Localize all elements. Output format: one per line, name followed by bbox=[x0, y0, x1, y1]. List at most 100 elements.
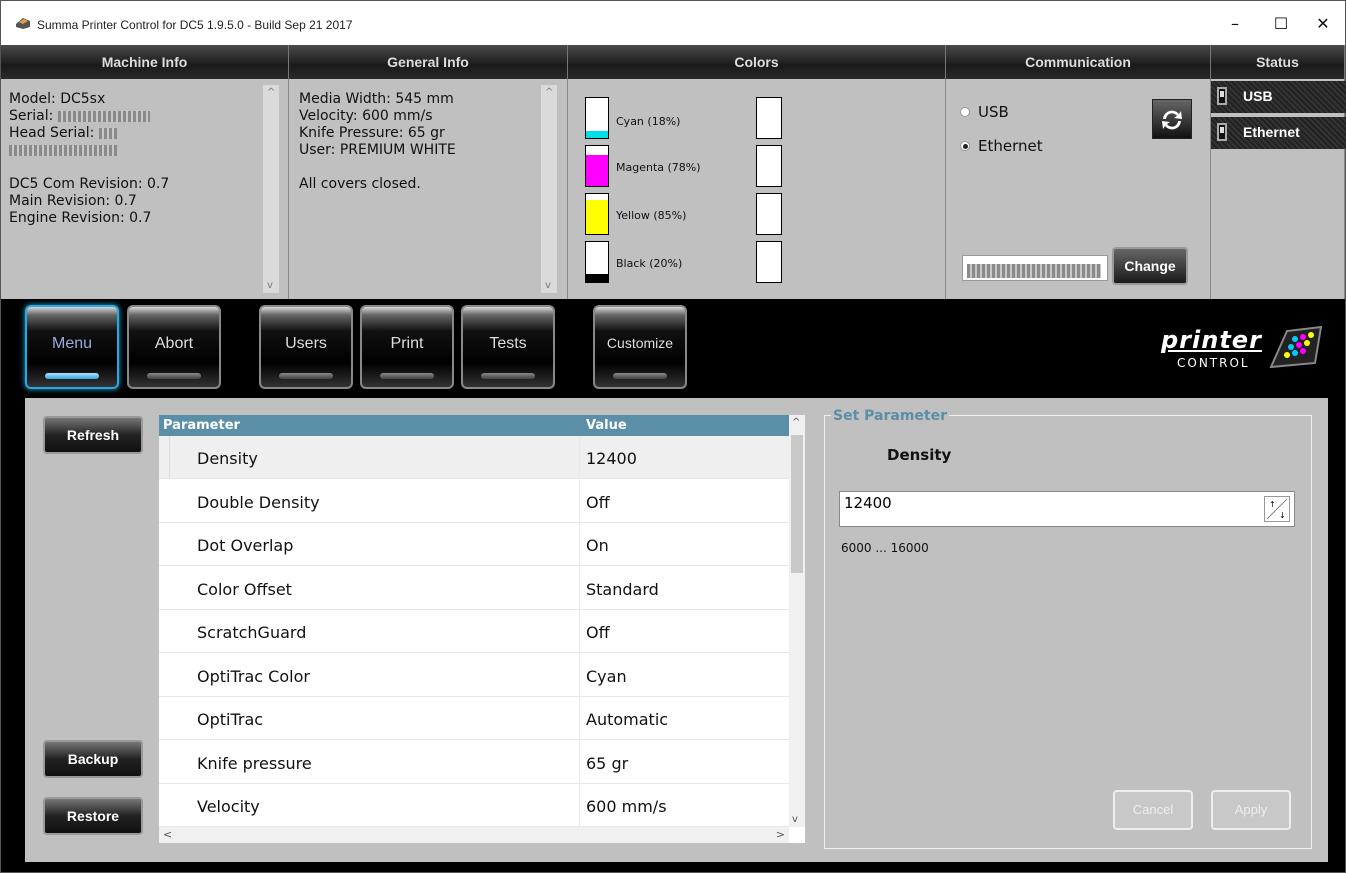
machine-info-panel: Model: DC5sx Serial: Head Serial: DC5 Co… bbox=[1, 79, 289, 299]
ethernet-radio[interactable]: Ethernet bbox=[960, 137, 1043, 155]
table-row[interactable]: Dot Overlap On bbox=[159, 523, 789, 566]
scroll-down-icon[interactable]: v bbox=[792, 814, 798, 825]
value-spinner[interactable]: ↑ ↓ bbox=[1264, 496, 1290, 522]
title-bar: Summa Printer Control for DC5 1.9.5.0 - … bbox=[1, 1, 1345, 45]
ethernet-status-led-icon bbox=[1217, 123, 1227, 141]
restore-button[interactable]: Restore bbox=[43, 797, 143, 835]
minimize-button[interactable]: – bbox=[1213, 9, 1257, 39]
table-row[interactable]: Color Offset Standard bbox=[159, 566, 789, 610]
value-cell: Off bbox=[586, 492, 610, 512]
redacted-serial bbox=[57, 110, 150, 122]
redacted-head-serial-2 bbox=[9, 144, 117, 156]
refresh-button[interactable]: Refresh bbox=[43, 416, 143, 454]
magenta-ink-label: Magenta (78%) bbox=[616, 161, 701, 174]
cyan-ink-label: Cyan (18%) bbox=[616, 115, 681, 128]
apply-button[interactable]: Apply bbox=[1211, 790, 1291, 830]
yellow-secondary-gauge bbox=[756, 193, 782, 235]
scroll-right-icon[interactable]: > bbox=[776, 828, 785, 841]
backup-button[interactable]: Backup bbox=[43, 740, 143, 778]
svg-text:↑: ↑ bbox=[1269, 500, 1276, 509]
usb-radio[interactable]: USB bbox=[960, 103, 1009, 121]
close-button[interactable]: ✕ bbox=[1301, 9, 1345, 39]
value-column-header[interactable]: Value bbox=[586, 418, 627, 433]
set-parameter-group: Set Parameter Density 12400 ↑ ↓ 6000 ...… bbox=[824, 408, 1312, 849]
table-row[interactable]: OptiTrac Color Cyan bbox=[159, 653, 789, 697]
refresh-connection-button[interactable] bbox=[1152, 99, 1192, 139]
menu-button[interactable]: Menu bbox=[25, 305, 119, 389]
table-header: Parameter Value bbox=[159, 415, 789, 436]
parameter-cell: Velocity bbox=[197, 797, 260, 816]
parameter-cell: ScratchGuard bbox=[197, 623, 307, 642]
media-width-text: Media Width: 545 mm bbox=[299, 91, 454, 107]
scrollbar-thumb[interactable] bbox=[791, 435, 803, 573]
ip-address-input[interactable] bbox=[962, 255, 1108, 281]
change-ip-button[interactable]: Change bbox=[1112, 247, 1188, 285]
printer-logo-icon bbox=[1269, 325, 1323, 369]
table-row[interactable]: Density 12400 bbox=[159, 436, 789, 479]
machine-info-header: Machine Info bbox=[1, 45, 289, 79]
communication-panel: USB Ethernet Change bbox=[946, 79, 1211, 299]
colors-header: Colors bbox=[568, 45, 946, 79]
general-info-scrollbar[interactable]: ^ v bbox=[541, 85, 557, 293]
tests-button[interactable]: Tests bbox=[461, 305, 555, 389]
yellow-ink-label: Yellow (85%) bbox=[616, 209, 687, 222]
velocity-text: Velocity: 600 mm/s bbox=[299, 108, 433, 124]
selected-parameter-name: Density bbox=[887, 446, 952, 464]
scroll-left-icon[interactable]: < bbox=[163, 828, 172, 841]
value-cell: 600 mm/s bbox=[586, 797, 667, 816]
scroll-down-icon[interactable]: v bbox=[545, 280, 551, 291]
value-cell: Automatic bbox=[586, 710, 669, 729]
customize-button[interactable]: Customize bbox=[593, 305, 687, 389]
print-button[interactable]: Print bbox=[360, 305, 454, 389]
table-row[interactable]: Double Density Off bbox=[159, 479, 789, 523]
parameter-table: Parameter Value Density 12400 Double Densi… bbox=[159, 415, 805, 843]
maximize-button[interactable]: ☐ bbox=[1259, 9, 1303, 39]
machine-info-scrollbar[interactable]: ^ v bbox=[263, 85, 279, 293]
parameter-cell: Color Offset bbox=[197, 579, 292, 599]
scroll-up-icon[interactable]: ^ bbox=[545, 87, 553, 98]
colors-panel: Cyan (18%) Magenta (78%) Yellow (85%) Bl… bbox=[568, 79, 946, 299]
spin-up-down-icon: ↑ ↓ bbox=[1266, 498, 1288, 520]
general-info-panel: Media Width: 545 mm Velocity: 600 mm/s K… bbox=[289, 79, 568, 299]
status-ethernet: Ethernet bbox=[1211, 117, 1346, 149]
scroll-up-icon[interactable]: ^ bbox=[267, 87, 275, 98]
app-window: Summa Printer Control for DC5 1.9.5.0 - … bbox=[0, 0, 1346, 873]
parameter-column-header[interactable]: Parameter bbox=[163, 418, 240, 433]
main-revision-text: Main Revision: 0.7 bbox=[9, 193, 137, 209]
table-vertical-scrollbar[interactable]: ^ v bbox=[789, 415, 805, 827]
value-cell: On bbox=[586, 536, 609, 555]
parameter-cell: Knife pressure bbox=[197, 753, 312, 773]
usb-status-led-icon bbox=[1217, 87, 1227, 105]
table-row[interactable]: OptiTrac Automatic bbox=[159, 697, 789, 740]
com-revision-text: DC5 Com Revision: 0.7 bbox=[9, 176, 170, 192]
status-panel: USB Ethernet bbox=[1211, 79, 1346, 299]
head-serial-text: Head Serial: bbox=[9, 125, 263, 142]
refresh-arrows-icon bbox=[1162, 110, 1182, 130]
table-horizontal-scrollbar[interactable]: < > bbox=[159, 827, 789, 843]
parameter-value-input[interactable]: 12400 ↑ ↓ bbox=[839, 491, 1295, 527]
table-row[interactable]: Knife pressure 65 gr bbox=[159, 740, 789, 784]
abort-button[interactable]: Abort bbox=[127, 305, 221, 389]
user-text: User: PREMIUM WHITE bbox=[299, 142, 456, 158]
svg-text:↓: ↓ bbox=[1279, 511, 1286, 520]
parameter-cell: OptiTrac bbox=[197, 710, 264, 729]
radio-selected-icon bbox=[960, 141, 970, 151]
scroll-up-icon[interactable]: ^ bbox=[792, 417, 800, 428]
value-cell: Off bbox=[586, 623, 610, 642]
yellow-ink-gauge bbox=[585, 193, 609, 235]
communication-header: Communication bbox=[946, 45, 1211, 79]
black-ink-label: Black (20%) bbox=[616, 257, 683, 270]
general-info-header: General Info bbox=[289, 45, 568, 79]
knife-pressure-text: Knife Pressure: 65 gr bbox=[299, 125, 445, 141]
scroll-down-icon[interactable]: v bbox=[267, 280, 273, 291]
table-row[interactable]: Velocity 600 mm/s bbox=[159, 784, 789, 827]
cancel-button[interactable]: Cancel bbox=[1113, 790, 1193, 830]
redacted-head-serial bbox=[98, 127, 117, 139]
engine-revision-text: Engine Revision: 0.7 bbox=[9, 210, 152, 226]
table-row[interactable]: ScratchGuard Off bbox=[159, 610, 789, 653]
value-cell: 65 gr bbox=[586, 753, 629, 773]
head-serial-cont bbox=[9, 142, 263, 159]
serial-text: Serial: bbox=[9, 108, 263, 125]
users-button[interactable]: Users bbox=[259, 305, 353, 389]
black-ink-gauge bbox=[585, 241, 609, 283]
